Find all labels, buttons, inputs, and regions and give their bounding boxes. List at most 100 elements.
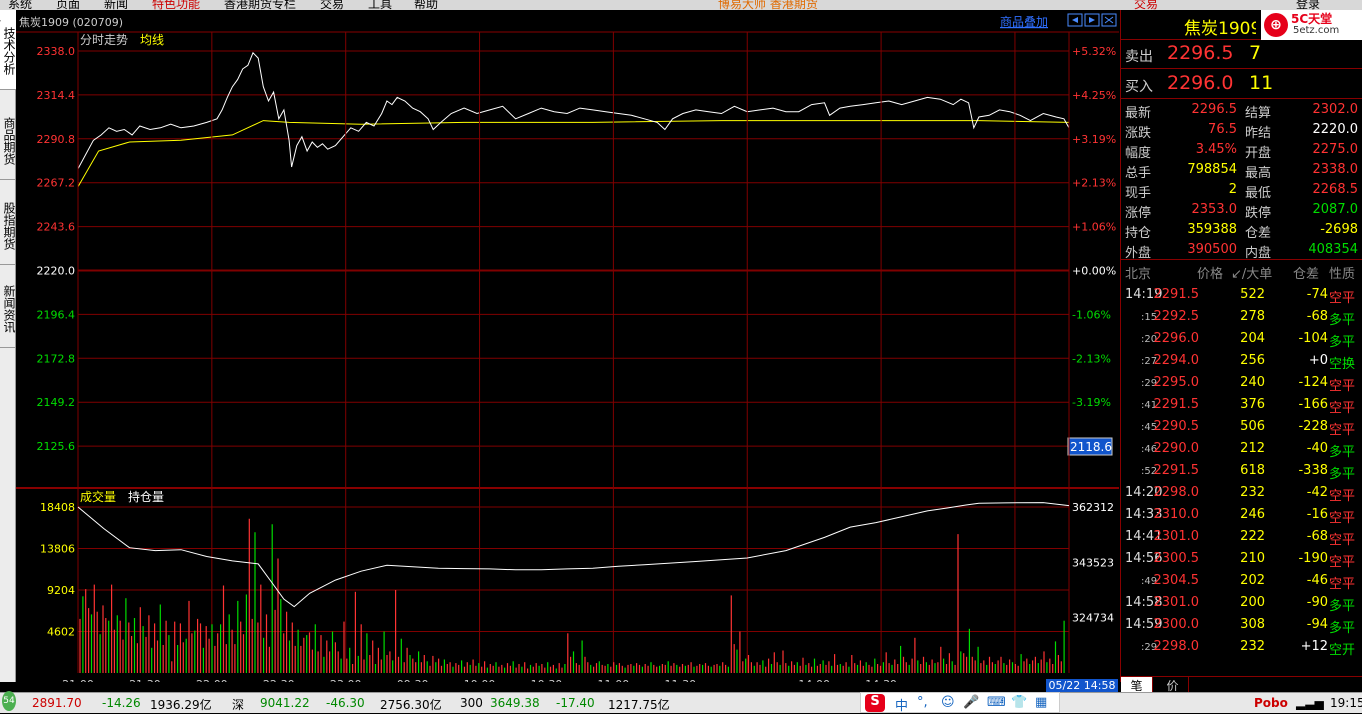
tick-volume: 246 [1240,507,1265,522]
tick-volume: 200 [1240,595,1265,610]
tab-ticks[interactable]: 笔 [1121,677,1153,693]
tick-row[interactable]: 14:19 2291.5 522 -74 空平 [1121,284,1362,306]
sh-index-value: 2891.70 [32,696,82,710]
stat-label: 开盘 [1245,146,1272,161]
oi-tick-label: 324734 [1072,612,1114,625]
menu-system[interactable]: 系统 [8,0,32,10]
menu-bar: 系统 页面 新闻 特色功能 香港期货专栏 交易 工具 帮助 博易大师 香港期货 … [0,0,1362,10]
skin-icon[interactable]: 👕 [1011,695,1027,710]
header-city: 北京 [1125,267,1152,282]
tick-row[interactable]: 14:56 2300.5 210 -190 空平 [1121,548,1362,570]
tick-nature: 空平 [1329,291,1356,306]
tick-price: 2296.0 [1153,331,1200,346]
menu-special[interactable]: 特色功能 [152,0,200,10]
time-tick-label: 09:30 [397,678,429,682]
tick-volume: 376 [1240,397,1265,412]
ask-row: 卖出 2296.5 7 [1121,40,1362,69]
tick-row[interactable]: :29 2295.0 240 -124 空平 [1121,372,1362,394]
tick-nature: 空平 [1329,511,1356,526]
tick-nature: 多平 [1329,335,1356,350]
volume-tick-label: 18408 [40,501,75,514]
tick-row[interactable]: :45 2290.5 506 -228 空平 [1121,416,1362,438]
tick-nature: 多平 [1329,599,1356,614]
time-tick-label: 14:30 [865,678,897,682]
tick-row[interactable]: 14:41 2301.0 222 -68 空平 [1121,526,1362,548]
ask-price: 2296.5 [1167,42,1234,64]
stats-row: 涨停 2353.0 跌停 2087.0 [1121,200,1362,221]
tick-oi-diff: -104 [1298,331,1328,346]
price-tick-label: 2290.8 [37,133,76,146]
tick-price: 2290.5 [1153,419,1200,434]
tick-row[interactable]: :46 2290.0 212 -40 多平 [1121,438,1362,460]
price-tick-label: 2196.4 [37,308,76,321]
overlay-link[interactable]: 商品叠加 [1000,14,1048,29]
logo-icon: ⊕ [1264,13,1288,37]
quote-tabs: 笔 价 [1121,676,1362,693]
tab-index-futures[interactable]: 股指期货 [0,185,16,265]
menu-tools[interactable]: 工具 [368,0,392,10]
tick-row[interactable]: :29 2298.0 232 +12 空开 [1121,636,1362,658]
microphone-icon[interactable]: 🎤 [963,695,979,710]
intraday-chart[interactable]: 焦炭1909 (020709) 商品叠加 分时走势 均线 2338.0 2314.… [16,10,1119,691]
tick-row[interactable]: :52 2291.5 618 -338 多平 [1121,460,1362,482]
ime-chinese-mode[interactable]: 中 [895,695,908,714]
tab-technical-analysis[interactable]: 技术分析▶ [0,10,16,90]
menu-page[interactable]: 页面 [56,0,80,10]
tick-price: 2290.0 [1153,441,1200,456]
date-time-box: 05/22 14:58 [1046,679,1118,693]
tick-price: 2310.0 [1153,507,1200,522]
login-button[interactable]: 登录 [1296,0,1320,10]
tick-volume: 202 [1240,573,1265,588]
tick-row[interactable]: :27 2294.0 256 +0 空换 [1121,350,1362,372]
tick-nature: 空平 [1329,577,1356,592]
tab-price[interactable]: 价 [1157,677,1189,693]
tick-row[interactable]: 14:59 2300.0 308 -94 多平 [1121,614,1362,636]
price-tick-label: 2172.8 [37,352,76,365]
tick-nature: 多平 [1329,445,1356,460]
time-tick-label: 23:00 [330,678,362,682]
tick-price: 2304.5 [1153,573,1200,588]
percent-tick-label: -3.19% [1072,396,1111,409]
chart-area[interactable]: 焦炭1909 (020709) 商品叠加 分时走势 均线 2338.0 2314.… [16,10,1119,691]
menu-trade[interactable]: 交易 [320,0,344,10]
volume-tick-label: 13806 [40,543,75,556]
sz-index-label: 深 [232,698,245,712]
menu-hk-futures[interactable]: 香港期货专栏 [224,0,296,10]
tick-row[interactable]: 14:33 2310.0 246 -16 空平 [1121,504,1362,526]
time-tick-label: 10:00 [464,678,496,682]
emoji-icon[interactable]: ☺ [941,695,955,710]
tick-volume: 506 [1240,419,1265,434]
stat-label: 结算 [1245,106,1272,121]
tab-commodity-futures[interactable]: 商品期货 [0,100,16,180]
ime-toolbar[interactable]: S 中 °, ☺ 🎤 ⌨ 👕 ▦ [860,692,1060,714]
mode-label: 分时走势 [80,33,128,47]
keyboard-icon[interactable]: ⌨ [987,695,1006,710]
time-tick-label: 10:30 [531,678,563,682]
percent-tick-label: +1.06% [1072,221,1116,234]
tick-row[interactable]: :49 2304.5 202 -46 空平 [1121,570,1362,592]
bid-volume: 11 [1249,72,1274,94]
punctuation-icon[interactable]: °, [917,695,928,710]
header-volume: ↙/大单 [1231,267,1273,282]
hs300-change: -17.40 [556,696,595,710]
tick-row[interactable]: 14:58 2301.0 200 -90 多平 [1121,592,1362,614]
tick-row[interactable]: 14:20 2298.0 232 -42 空平 [1121,482,1362,504]
tick-volume: 232 [1240,485,1265,500]
tick-nature: 多平 [1329,313,1356,328]
tick-price: 2291.5 [1153,463,1200,478]
grid-menu-icon[interactable]: ▦ [1035,695,1047,710]
menu-help[interactable]: 帮助 [414,0,438,10]
stat-value: 2 [1228,182,1237,197]
tab-label: 股指期货 [2,202,16,250]
menu-news[interactable]: 新闻 [104,0,128,10]
trade-button[interactable]: 交易 [1134,0,1158,10]
tick-row[interactable]: :41 2291.5 376 -166 空平 [1121,394,1362,416]
tick-row[interactable]: :15 2292.5 278 -68 多平 [1121,306,1362,328]
tick-volume: 618 [1240,463,1265,478]
tick-row[interactable]: :20 2296.0 204 -104 多平 [1121,328,1362,350]
brand-logo: ⊕ 5C天堂 5etz.com [1261,10,1362,40]
clock: 19:15 [1330,696,1362,710]
oi-tick-label: 362312 [1072,501,1114,514]
tab-news[interactable]: 新闻资讯 [0,268,16,348]
tab-label: 技术分析 [2,27,16,75]
